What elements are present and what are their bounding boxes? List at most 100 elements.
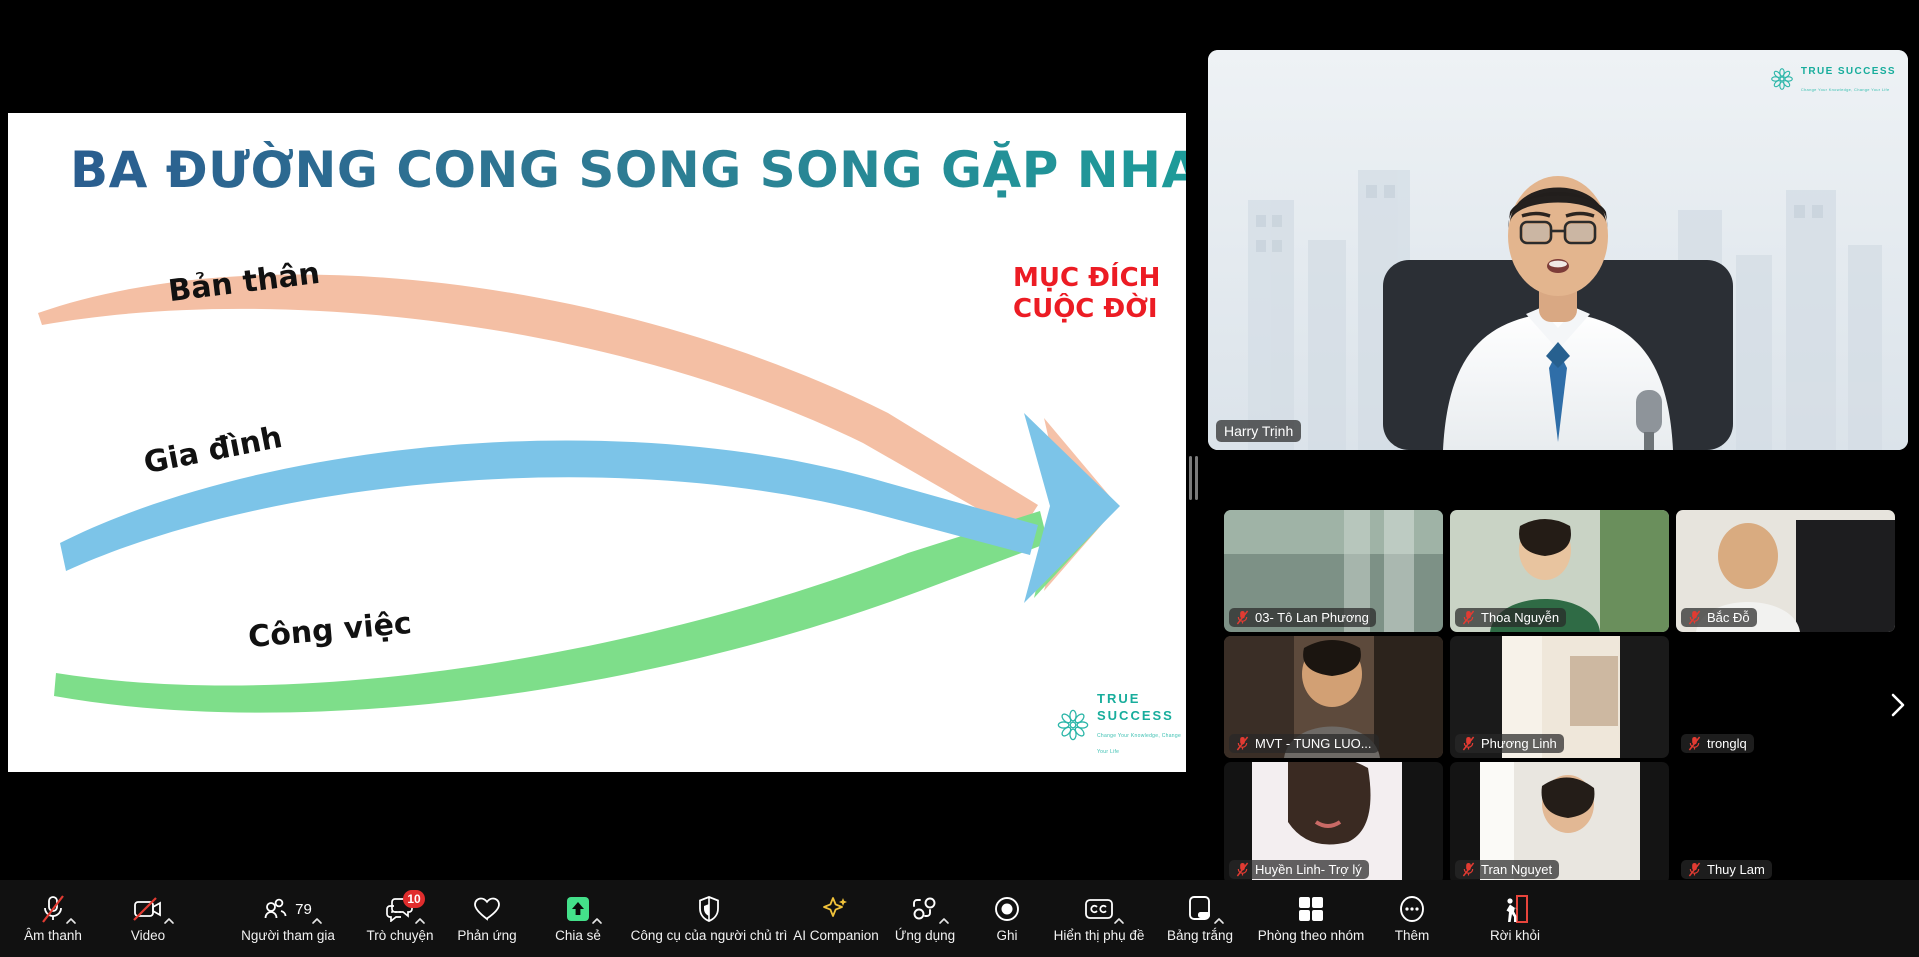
participant-name: 03- Tô Lan Phương bbox=[1255, 610, 1369, 625]
toolbar-button-label: Trò chuyện bbox=[366, 928, 434, 943]
participant-name: Bắc Đỗ bbox=[1707, 610, 1750, 625]
toolbar-icon-row bbox=[473, 894, 501, 924]
participant-thumbnail[interactable]: tronglq bbox=[1676, 636, 1895, 758]
chevron-up-icon bbox=[1214, 918, 1224, 924]
main-speaker-name-badge: Harry Trịnh bbox=[1216, 420, 1302, 442]
toolbar-icon-row: 10 bbox=[385, 890, 425, 924]
breakout-rooms-icon bbox=[1297, 894, 1325, 924]
toolbar-caret[interactable] bbox=[163, 914, 175, 926]
brand-tagline: Change Your Knowledge, Change Your Life bbox=[1097, 732, 1182, 756]
apps-icon bbox=[911, 894, 939, 924]
microphone-muted-icon bbox=[1462, 610, 1475, 625]
participant-name-badge: Bắc Đỗ bbox=[1681, 608, 1757, 627]
toolbar-button-chia-s[interactable]: Chia sẻ bbox=[518, 880, 638, 957]
participant-name-badge: 03- Tô Lan Phương bbox=[1229, 608, 1376, 627]
participant-name-badge: Phương Linh bbox=[1455, 734, 1564, 753]
curve-work bbox=[54, 511, 1048, 713]
participant-name-badge: Tran Nguyet bbox=[1455, 860, 1560, 879]
toolbar-button-label: Phòng theo nhóm bbox=[1257, 928, 1365, 943]
toolbar-icon-row: 79 bbox=[264, 894, 322, 924]
participant-thumbnail[interactable]: Tran Nguyet bbox=[1450, 762, 1669, 884]
chevron-up-icon bbox=[164, 918, 174, 924]
toolbar-button-r-i-kh-i[interactable]: Rời khỏi bbox=[1455, 880, 1575, 957]
participants-icon bbox=[264, 894, 290, 924]
toolbar-button-label: Công cụ của người chủ trì bbox=[630, 928, 788, 943]
participant-name: Huyền Linh- Trợ lý bbox=[1255, 862, 1362, 877]
next-page-chevron-icon[interactable] bbox=[1883, 685, 1913, 725]
participant-thumbnail[interactable]: Thuy Lam bbox=[1676, 762, 1895, 884]
microphone-muted-icon bbox=[1462, 862, 1475, 877]
toolbar-button-c-ng-c-c-a-ng-i-ch-tr[interactable]: Công cụ của người chủ trì bbox=[631, 880, 787, 957]
speaker-video-frame bbox=[1208, 50, 1908, 450]
participant-thumbnail[interactable]: Phương Linh bbox=[1450, 636, 1669, 758]
participant-thumbnail[interactable]: Huyền Linh- Trợ lý bbox=[1224, 762, 1443, 884]
toolbar-button-th-m[interactable]: Thêm bbox=[1352, 880, 1472, 957]
toolbar-button-label: Phản ứng bbox=[457, 928, 517, 943]
toolbar-icon-row bbox=[1501, 894, 1529, 924]
microphone-muted-icon bbox=[1688, 610, 1701, 625]
participant-thumbnail[interactable]: Bắc Đỗ bbox=[1676, 510, 1895, 632]
arrowhead-family bbox=[1024, 413, 1120, 603]
participant-name: Tran Nguyet bbox=[1481, 862, 1553, 877]
toolbar-icon-row bbox=[911, 894, 949, 924]
zoom-meeting-window: BA ĐƯỜNG CONG SONG SONG GẶP NHAU Bản thâ… bbox=[0, 0, 1919, 957]
brand-name: TRUE SUCCESS bbox=[1097, 691, 1174, 723]
brand-name: TRUE SUCCESS bbox=[1800, 66, 1896, 77]
shared-screen-slide[interactable]: BA ĐƯỜNG CONG SONG SONG GẶP NHAU Bản thâ… bbox=[8, 113, 1186, 772]
video-brand-logo-text: TRUE SUCCESS Change Your Knowledge, Chan… bbox=[1801, 62, 1896, 96]
toolbar-caret[interactable] bbox=[1113, 914, 1125, 926]
toolbar-icon-row bbox=[1297, 894, 1325, 924]
microphone-muted-icon bbox=[40, 894, 66, 924]
toolbar-icon-row bbox=[132, 894, 174, 924]
participant-name: tronglq bbox=[1707, 736, 1747, 751]
toolbar-button-label: Âm thanh bbox=[24, 928, 82, 943]
toolbar-button-ng-i-tham-gia[interactable]: 79 Người tham gia bbox=[228, 880, 348, 957]
microphone-muted-icon bbox=[1236, 862, 1249, 877]
toolbar-caret[interactable] bbox=[65, 914, 77, 926]
slide-brand-logo: TRUE SUCCESS Change Your Knowledge, Chan… bbox=[1056, 691, 1186, 758]
toolbar-icon-row bbox=[564, 894, 602, 924]
panel-resize-handle[interactable] bbox=[1186, 455, 1200, 501]
participant-name: Thuy Lam bbox=[1707, 862, 1765, 877]
toolbar-button-b-ng-tr-ng[interactable]: Bảng trắng bbox=[1140, 880, 1260, 957]
toolbar-icon-row bbox=[40, 894, 76, 924]
toolbar-button-label: Chia sẻ bbox=[555, 928, 601, 943]
toolbar-caret[interactable] bbox=[414, 914, 426, 926]
chevron-up-icon bbox=[312, 918, 322, 924]
participant-thumbnail[interactable]: MVT - TUNG LUO... bbox=[1224, 636, 1443, 758]
participant-name-badge: MVT - TUNG LUO... bbox=[1229, 734, 1379, 753]
closed-caption-icon bbox=[1084, 894, 1114, 924]
more-ellipsis-icon bbox=[1397, 894, 1427, 924]
toolbar-caret[interactable] bbox=[591, 914, 603, 926]
participant-thumbnail[interactable]: 03- Tô Lan Phương bbox=[1224, 510, 1443, 632]
toolbar-button-label: Video bbox=[130, 928, 166, 943]
goal-label: MỤC ĐÍCH CUỘC ĐỜI bbox=[1013, 263, 1160, 325]
unread-badge: 10 bbox=[403, 890, 425, 908]
heart-icon bbox=[473, 894, 501, 924]
toolbar-icon-row bbox=[1397, 894, 1427, 924]
goal-label-line1: MỤC ĐÍCH bbox=[1013, 263, 1161, 293]
toolbar-button-video[interactable]: Video bbox=[88, 880, 208, 957]
share-screen-icon bbox=[564, 894, 592, 924]
leave-meeting-icon bbox=[1501, 894, 1529, 924]
toolbar-icon-row bbox=[822, 894, 850, 924]
brand-logo-text: TRUE SUCCESS Change Your Knowledge, Chan… bbox=[1097, 691, 1186, 758]
whiteboard-icon bbox=[1186, 894, 1214, 924]
participant-count: 79 bbox=[295, 900, 312, 918]
main-speaker-tile[interactable]: TRUE SUCCESS Change Your Knowledge, Chan… bbox=[1208, 50, 1908, 450]
toolbar-button-label: Ghi bbox=[996, 928, 1018, 943]
participant-name-badge: Thoa Nguyễn bbox=[1455, 608, 1567, 627]
toolbar-caret[interactable] bbox=[311, 914, 323, 926]
meeting-toolbar: Âm thanh Video 79 Người tham gia 10 Trò chuyệ… bbox=[0, 880, 1919, 957]
chevron-up-icon bbox=[592, 918, 602, 924]
main-speaker-name: Harry Trịnh bbox=[1224, 423, 1294, 439]
toolbar-button-label: Thêm bbox=[1394, 928, 1430, 943]
sparkle-icon bbox=[822, 894, 850, 924]
brand-tagline: Change Your Knowledge, Change Your Life bbox=[1800, 86, 1890, 92]
video-camera-off-icon bbox=[132, 894, 164, 924]
record-icon bbox=[994, 894, 1020, 924]
video-brand-logo: TRUE SUCCESS Change Your Knowledge, Chan… bbox=[1770, 62, 1896, 96]
participant-thumbnail[interactable]: Thoa Nguyễn bbox=[1450, 510, 1669, 632]
toolbar-caret[interactable] bbox=[1213, 914, 1225, 926]
toolbar-button-label: Người tham gia bbox=[241, 928, 335, 943]
